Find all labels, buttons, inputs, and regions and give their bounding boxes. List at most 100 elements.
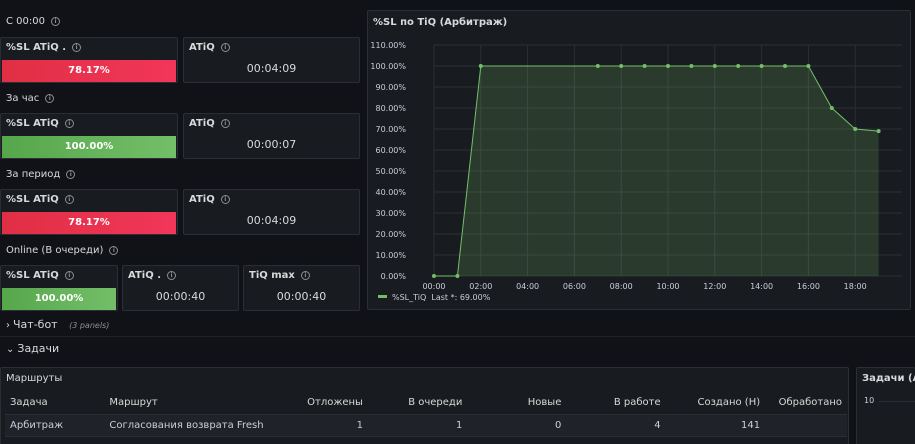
legend-swatch — [378, 295, 387, 298]
column-header[interactable]: В очереди — [367, 392, 468, 415]
routes-title: Маршруты — [6, 373, 63, 384]
y-tick-label: 30.00% — [375, 209, 406, 218]
series-point — [689, 64, 694, 68]
panel-title: TiQ max i — [249, 270, 310, 281]
panel-sl-period: %SL ATiQ i 78.17% — [0, 189, 178, 235]
section-hour-label: За час — [6, 93, 40, 104]
column-header[interactable]: Новые — [467, 392, 567, 415]
x-tick-label: 08:00 — [610, 282, 633, 291]
series-point — [712, 64, 717, 68]
x-tick-label: 10:00 — [656, 282, 679, 291]
y-tick-label: 70.00% — [375, 125, 406, 134]
info-circle-icon[interactable]: i — [64, 271, 74, 280]
series-point — [619, 64, 624, 68]
panel-title: %SL ATiQ i — [6, 270, 74, 281]
sl-value-bar: 78.17% — [2, 60, 176, 82]
column-header[interactable]: Отложены — [268, 392, 368, 415]
info-circle-icon[interactable]: i — [300, 271, 310, 280]
panel-title-text: ATiQ — [189, 42, 215, 53]
info-circle-icon[interactable]: i — [220, 43, 230, 52]
info-circle-icon[interactable]: i — [109, 246, 119, 255]
info-circle-icon[interactable]: i — [220, 195, 230, 204]
panel-title-text: ATiQ — [189, 118, 215, 129]
series-point — [876, 129, 881, 134]
column-header[interactable]: Задача — [5, 392, 105, 415]
panel-atiq-hour: ATiQ i 00:00:07 — [183, 113, 360, 159]
info-circle-icon[interactable]: i — [167, 271, 176, 280]
sl-value-bar: 100.00% — [2, 288, 116, 310]
panel-sl-online: %SL ATiQ i 100.00% — [0, 265, 118, 311]
table-cell: 0 — [467, 414, 567, 437]
table-cell: 141 — [665, 414, 766, 437]
chart-legend[interactable]: %SL_TiQ Last *: 69.00% — [378, 293, 490, 302]
row-chatbot[interactable]: › Чат-бот (3 panels) — [6, 318, 109, 331]
info-circle-icon[interactable]: i — [50, 17, 60, 26]
tasks-panel-title: Задачи (Ар — [862, 373, 915, 384]
info-circle-icon[interactable]: i — [220, 119, 230, 128]
x-tick-label: 06:00 — [563, 282, 586, 291]
info-circle-icon[interactable]: i — [64, 119, 74, 128]
section-since-start: С 00:00 i — [6, 16, 60, 27]
series-area — [434, 66, 879, 276]
x-tick-label: 12:00 — [703, 282, 726, 291]
y-tick-label: 20.00% — [375, 230, 406, 239]
series-point — [666, 64, 670, 68]
y-tick-label: 100.00% — [370, 62, 406, 71]
atiq-value: 00:00:07 — [246, 138, 297, 151]
y-tick-label: 110.00% — [370, 41, 406, 50]
table-cell: 4 — [566, 414, 666, 437]
panel-title: %SL ATiQ . i — [6, 42, 82, 53]
tiq-max-value: 00:00:40 — [276, 290, 327, 303]
column-header[interactable]: В работе — [566, 392, 666, 415]
series-point — [783, 64, 787, 68]
legend-series-name: %SL_TiQ — [392, 293, 427, 302]
table-cell: Арбитраж — [5, 414, 105, 437]
series-point — [759, 64, 764, 68]
info-circle-icon[interactable]: i — [45, 94, 55, 103]
table-cell: Согласования возврата Fresh — [104, 414, 269, 437]
panel-title: ATiQ i — [189, 194, 230, 205]
x-tick-label: 04:00 — [516, 282, 539, 291]
panel-tiq-max-online: TiQ max i 00:00:40 — [243, 265, 360, 311]
panel-sl-since-start: %SL ATiQ . i 78.17% — [0, 37, 178, 83]
row-tasks[interactable]: ⌄ Задачи — [6, 342, 59, 355]
row-chatbot-label: Чат-бот — [13, 318, 58, 331]
table-cell: 1 — [268, 414, 368, 437]
series-point — [806, 64, 811, 68]
sl-value-bar: 100.00% — [2, 136, 176, 158]
series-point — [853, 127, 858, 131]
table-cell: 1 — [367, 414, 468, 437]
y-tick-label: 50.00% — [375, 167, 406, 176]
panel-title-text: %SL ATiQ — [6, 194, 59, 205]
panel-atiq-online: ATiQ . i 00:00:40 — [122, 265, 239, 311]
info-circle-icon[interactable]: i — [72, 43, 82, 52]
section-period: За период i — [6, 169, 76, 180]
table-header-row: Задача Маршрут Отложены В очереди Новые … — [5, 392, 847, 415]
table-cell — [765, 414, 847, 437]
grid-line — [879, 401, 915, 402]
series-point — [478, 64, 483, 68]
routes-table: Задача Маршрут Отложены В очереди Новые … — [5, 392, 847, 437]
panel-tasks-arbitrage: Задачи (Ар 10 — [856, 367, 915, 444]
column-header[interactable]: Маршрут — [104, 392, 269, 415]
panel-title: ATiQ i — [189, 42, 230, 53]
section-since-start-label: С 00:00 — [6, 16, 45, 27]
section-period-label: За период — [6, 169, 61, 180]
y-tick-label: 40.00% — [375, 188, 406, 197]
panel-sl-hour: %SL ATiQ i 100.00% — [0, 113, 178, 159]
section-online: Online (В очереди) i — [6, 245, 119, 256]
column-header[interactable]: Создано (Н) — [665, 392, 766, 415]
row-divider — [0, 336, 915, 337]
section-online-label: Online (В очереди) — [6, 245, 104, 256]
y-tick-label: 80.00% — [375, 104, 406, 113]
table-row[interactable]: Арбитраж Согласования возврата Fresh 1 1… — [5, 414, 847, 437]
panel-title-text: %SL ATiQ — [6, 270, 59, 281]
x-tick-label: 18:00 — [844, 282, 867, 291]
y-tick-label: 90.00% — [375, 83, 406, 92]
info-circle-icon[interactable]: i — [66, 170, 76, 179]
panel-title-text: ATiQ . — [128, 270, 161, 281]
info-circle-icon[interactable]: i — [64, 195, 74, 204]
column-header[interactable]: Обработано — [765, 392, 847, 415]
atiq-value: 00:00:40 — [155, 290, 206, 303]
x-tick-label: 02:00 — [469, 282, 492, 291]
